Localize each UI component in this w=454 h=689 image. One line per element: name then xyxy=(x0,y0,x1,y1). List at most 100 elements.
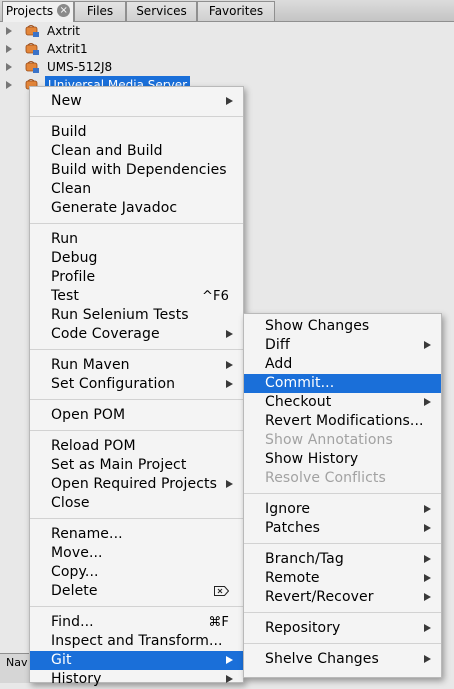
submenu-arrow-icon xyxy=(424,524,431,532)
menu-item-label: Revert/Recover xyxy=(265,589,374,605)
submenu-arrow-icon xyxy=(424,505,431,513)
menu-item-label: Remote xyxy=(265,570,320,586)
menu-separator xyxy=(244,607,441,619)
menu-item-rename[interactable]: Rename... xyxy=(30,525,243,544)
maven-project-icon xyxy=(25,61,39,73)
menu-item-run-maven[interactable]: Run Maven xyxy=(30,356,243,375)
menu-item-label: Code Coverage xyxy=(51,326,160,342)
menu-separator xyxy=(30,344,243,356)
panel-tab-strip: Projects × Files Services Favorites xyxy=(0,0,454,22)
menu-item-clean-and-build[interactable]: Clean and Build xyxy=(30,142,243,161)
menu-item-run-selenium-tests[interactable]: Run Selenium Tests xyxy=(30,306,243,325)
menu-item-commit[interactable]: Commit... xyxy=(244,374,441,393)
menu-item-label: Close xyxy=(51,495,90,511)
menu-item-test[interactable]: Test ^F6 xyxy=(30,287,243,306)
menu-item-inspect-and-transform[interactable]: Inspect and Transform... xyxy=(30,632,243,651)
submenu-arrow-icon xyxy=(226,480,233,488)
menu-item-show-history[interactable]: Show History xyxy=(244,450,441,469)
menu-item-reload-pom[interactable]: Reload POM xyxy=(30,437,243,456)
menu-item-label: Clean and Build xyxy=(51,143,163,159)
menu-item-branch-tag[interactable]: Branch/Tag xyxy=(244,550,441,569)
menu-item-open-pom[interactable]: Open POM xyxy=(30,406,243,425)
maven-project-icon xyxy=(25,43,39,55)
menu-item-open-required-projects[interactable]: Open Required Projects xyxy=(30,475,243,494)
menu-separator xyxy=(30,425,243,437)
tab-files-label: Files xyxy=(86,4,114,18)
tree-item-ums[interactable]: UMS-512J8 xyxy=(0,58,454,76)
menu-item-generate-javadoc[interactable]: Generate Javadoc xyxy=(30,199,243,218)
menu-item-close[interactable]: Close xyxy=(30,494,243,513)
menu-item-label: Reload POM xyxy=(51,438,136,454)
submenu-arrow-icon xyxy=(226,361,233,369)
tab-favorites-label: Favorites xyxy=(208,4,264,18)
menu-item-label: Show Annotations xyxy=(265,432,393,448)
menu-item-show-changes[interactable]: Show Changes xyxy=(244,317,441,336)
menu-item-diff[interactable]: Diff xyxy=(244,336,441,355)
submenu-arrow-icon xyxy=(226,97,233,105)
menu-item-label: Show History xyxy=(265,451,359,467)
menu-separator xyxy=(30,513,243,525)
expand-arrow-icon[interactable] xyxy=(6,81,12,89)
tree-item-label: Axtrit xyxy=(47,24,80,38)
menu-item-revert-modifications[interactable]: Revert Modifications... xyxy=(244,412,441,431)
tab-services[interactable]: Services xyxy=(126,1,197,21)
tab-projects[interactable]: Projects × xyxy=(2,1,74,22)
tab-files[interactable]: Files xyxy=(74,1,126,21)
menu-separator xyxy=(30,218,243,230)
project-tree: Axtrit Axtrit1 UMS-512J8 Universal Media… xyxy=(0,22,454,94)
menu-item-remote[interactable]: Remote xyxy=(244,569,441,588)
menu-item-label: Inspect and Transform... xyxy=(51,633,223,649)
menu-separator xyxy=(244,638,441,650)
close-icon[interactable]: × xyxy=(57,4,71,17)
menu-item-checkout[interactable]: Checkout xyxy=(244,393,441,412)
menu-item-copy[interactable]: Copy... xyxy=(30,563,243,582)
menu-item-build-with-dependencies[interactable]: Build with Dependencies xyxy=(30,161,243,180)
expand-arrow-icon[interactable] xyxy=(6,45,12,53)
menu-item-label: Shelve Changes xyxy=(265,651,379,667)
expand-arrow-icon[interactable] xyxy=(6,63,12,71)
menu-item-profile[interactable]: Profile xyxy=(30,268,243,287)
menu-item-build[interactable]: Build xyxy=(30,123,243,142)
tab-favorites[interactable]: Favorites xyxy=(197,1,275,21)
menu-item-label: Find... xyxy=(51,614,94,630)
menu-item-find[interactable]: Find... ⌘F xyxy=(30,613,243,632)
menu-item-revert-recover[interactable]: Revert/Recover xyxy=(244,588,441,607)
expand-arrow-icon[interactable] xyxy=(6,27,12,35)
tree-item-axtrit1[interactable]: Axtrit1 xyxy=(0,40,454,58)
menu-item-label: Run Selenium Tests xyxy=(51,307,189,323)
menu-item-label: Revert Modifications... xyxy=(265,413,424,429)
menu-item-run[interactable]: Run xyxy=(30,230,243,249)
menu-item-git[interactable]: Git xyxy=(30,651,243,670)
menu-item-label: Run Maven xyxy=(51,357,130,373)
menu-item-resolve-conflicts[interactable]: Resolve Conflicts xyxy=(244,469,441,488)
tree-item-axtrit[interactable]: Axtrit xyxy=(0,22,454,40)
menu-item-set-configuration[interactable]: Set Configuration xyxy=(30,375,243,394)
menu-item-add[interactable]: Add xyxy=(244,355,441,374)
menu-item-code-coverage[interactable]: Code Coverage xyxy=(30,325,243,344)
menu-item-patches[interactable]: Patches xyxy=(244,519,441,538)
menu-item-move[interactable]: Move... xyxy=(30,544,243,563)
menu-item-delete[interactable]: Delete xyxy=(30,582,243,601)
menu-item-label: Debug xyxy=(51,250,98,266)
menu-item-label: Run xyxy=(51,231,79,247)
menu-item-set-as-main-project[interactable]: Set as Main Project xyxy=(30,456,243,475)
menu-item-repository[interactable]: Repository xyxy=(244,619,441,638)
menu-item-show-annotations[interactable]: Show Annotations xyxy=(244,431,441,450)
menu-item-label: Ignore xyxy=(265,501,311,517)
menu-item-debug[interactable]: Debug xyxy=(30,249,243,268)
menu-item-label: Git xyxy=(51,652,72,668)
tree-item-label: UMS-512J8 xyxy=(47,60,113,74)
menu-item-label: Rename... xyxy=(51,526,123,542)
menu-item-label: Branch/Tag xyxy=(265,551,344,567)
submenu-arrow-icon xyxy=(424,398,431,406)
menu-separator xyxy=(244,488,441,500)
menu-item-ignore[interactable]: Ignore xyxy=(244,500,441,519)
menu-item-shelve-changes[interactable]: Shelve Changes xyxy=(244,650,441,669)
shortcut-label: ^F6 xyxy=(202,289,229,304)
menu-item-label: Clean xyxy=(51,181,92,197)
tab-projects-label: Projects xyxy=(5,4,54,18)
menu-item-history[interactable]: History xyxy=(30,670,243,689)
navigator-tab-label: Nav xyxy=(6,656,28,669)
menu-item-new[interactable]: New xyxy=(30,92,243,111)
menu-item-clean[interactable]: Clean xyxy=(30,180,243,199)
